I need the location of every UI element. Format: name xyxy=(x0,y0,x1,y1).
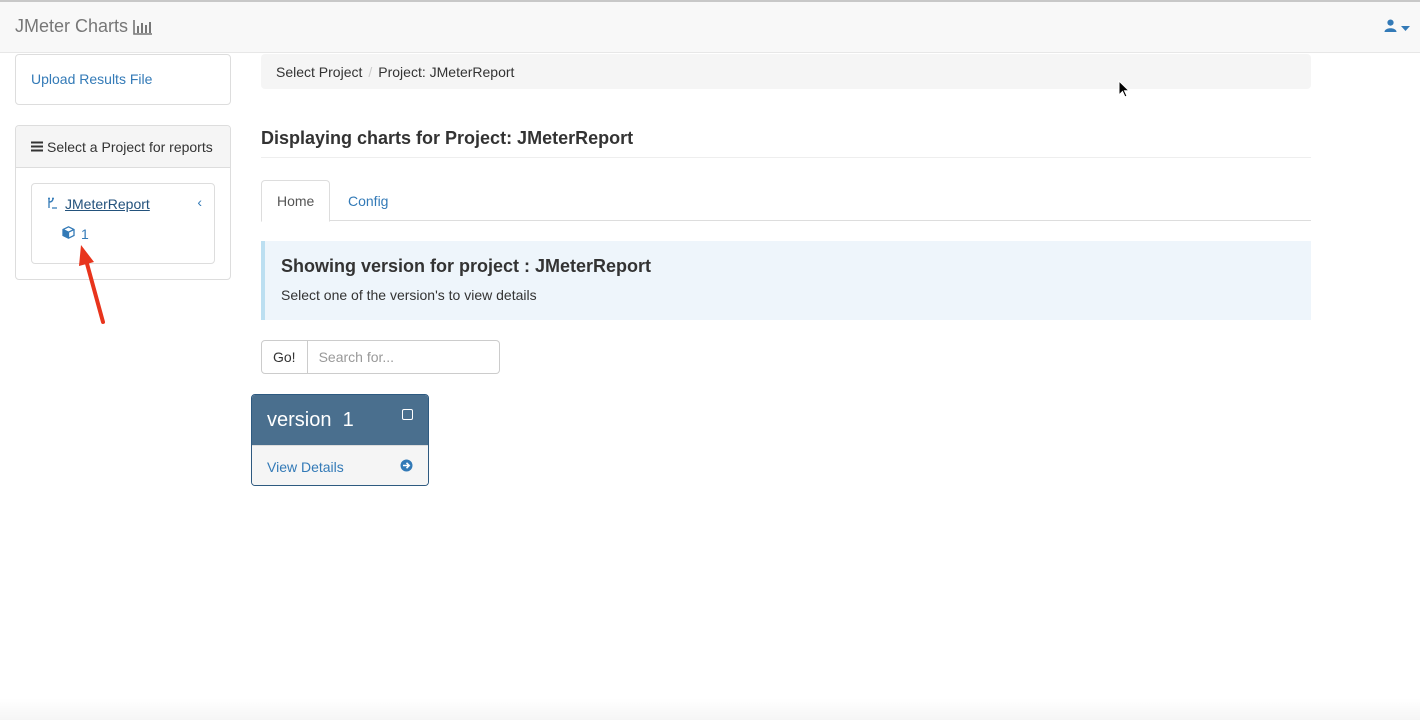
breadcrumb-item-select-project[interactable]: Select Project xyxy=(276,64,362,80)
tree-item-jmeterreport[interactable]: JMeterReport xyxy=(47,196,150,212)
caret-down-icon xyxy=(1401,19,1410,35)
navbar: JMeter Charts xyxy=(0,2,1420,53)
view-details-link[interactable]: View Details xyxy=(252,445,428,485)
project-panel-heading: Select a Project for reports xyxy=(16,126,230,168)
tab-config[interactable]: Config xyxy=(333,180,403,221)
page-title: Displaying charts for Project: JMeterRep… xyxy=(261,128,634,148)
callout-text: Select one of the version's to view deta… xyxy=(281,287,537,303)
view-details-label[interactable]: View Details xyxy=(267,459,344,475)
mouse-cursor-icon xyxy=(1118,80,1130,98)
list-icon xyxy=(31,139,43,155)
breadcrumb: Select Project / Project: JMeterReport xyxy=(261,54,1311,89)
bar-chart-icon xyxy=(133,19,153,35)
chevron-left-icon[interactable]: ‹ xyxy=(197,194,202,210)
project-select-panel: Select a Project for reports JMeterRepor… xyxy=(15,125,231,280)
version-card-header: version 1 xyxy=(252,395,428,445)
go-button[interactable]: Go! xyxy=(261,340,308,374)
project-tree: JMeterReport ‹ 1 xyxy=(31,183,215,264)
user-menu[interactable] xyxy=(1384,19,1410,35)
search-input[interactable] xyxy=(307,340,500,374)
version-select-checkbox[interactable] xyxy=(402,409,413,420)
title-divider xyxy=(261,157,1311,158)
breadcrumb-item-project: Project: JMeterReport xyxy=(378,63,515,80)
panel-heading-text: Select a Project for reports xyxy=(47,138,213,155)
upload-results-link[interactable]: Upload Results File xyxy=(31,71,152,87)
user-icon xyxy=(1384,19,1397,35)
breadcrumb-separator: / xyxy=(368,63,373,80)
search-group: Go! xyxy=(261,340,500,374)
code-fork-icon xyxy=(47,196,59,212)
info-callout: Showing version for project : JMeterRepo… xyxy=(261,241,1311,320)
brand[interactable]: JMeter Charts xyxy=(15,16,153,37)
tab-home[interactable]: Home xyxy=(261,180,331,222)
annotation-arrow-icon xyxy=(79,245,105,324)
callout-heading: Showing version for project : JMeterRepo… xyxy=(281,256,652,276)
bottom-shadow xyxy=(0,698,1420,720)
brand-title[interactable]: JMeter Charts xyxy=(15,16,128,37)
version-card-title: version 1 xyxy=(267,409,354,431)
tab-bar: Home Config xyxy=(261,180,1311,222)
version-card: version 1 View Details xyxy=(251,394,429,486)
arrow-circle-right-icon xyxy=(400,459,413,475)
upload-panel: Upload Results File xyxy=(15,54,231,105)
project-name[interactable]: JMeterReport xyxy=(65,196,150,212)
